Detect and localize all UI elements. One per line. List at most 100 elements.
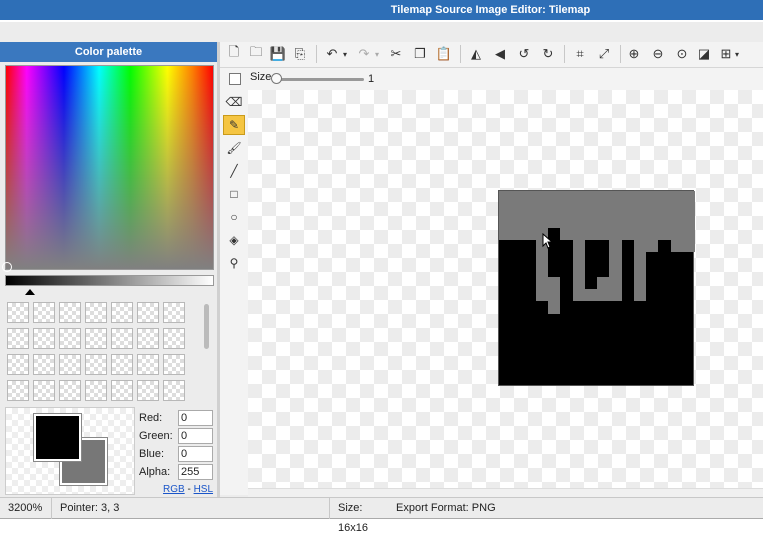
red-label: Red: — [139, 412, 163, 424]
undo-icon[interactable]: ↶ — [322, 44, 342, 64]
custom-color-swatch[interactable] — [7, 354, 29, 375]
rotate-left-icon[interactable]: ↺ — [514, 44, 534, 64]
custom-color-swatch[interactable] — [111, 328, 133, 349]
pixel-block — [560, 227, 573, 240]
toolbar-separator — [316, 45, 317, 63]
save-as-icon[interactable]: ⎘ — [290, 44, 310, 64]
pencil-icon[interactable]: ✎ — [223, 115, 245, 135]
hsl-mode-link[interactable]: HSL — [194, 484, 213, 495]
custom-color-swatch[interactable] — [163, 380, 185, 401]
rotate-right-icon[interactable]: ↻ — [538, 44, 558, 64]
toggle-background-icon[interactable]: ◪ — [694, 44, 714, 64]
custom-color-swatch[interactable] — [7, 380, 29, 401]
pixel-block — [646, 227, 671, 240]
swatch-grid — [7, 302, 197, 402]
custom-color-swatch[interactable] — [85, 380, 107, 401]
redo-dropdown-icon[interactable]: ▾ — [372, 44, 382, 64]
undo-dropdown-icon[interactable]: ▾ — [340, 44, 350, 64]
custom-color-swatch[interactable] — [137, 302, 159, 323]
rectangle-icon[interactable]: □ — [223, 184, 245, 204]
pixel-block — [597, 276, 622, 302]
flip-vertical-icon[interactable]: ◀ — [490, 44, 510, 64]
size-label: Size — [250, 71, 272, 83]
custom-color-swatch[interactable] — [111, 354, 133, 375]
alpha-input[interactable]: 255 — [178, 464, 213, 480]
blue-input[interactable]: 0 — [178, 446, 213, 462]
grid-dropdown-icon[interactable]: ▾ — [732, 44, 742, 64]
image-size: Size: 16x16 — [338, 502, 368, 534]
pixel-block — [572, 227, 585, 289]
save-icon[interactable]: 💾 — [268, 44, 288, 64]
cut-icon[interactable]: ✂ — [386, 44, 406, 64]
custom-color-swatch[interactable] — [59, 302, 81, 323]
custom-color-swatch[interactable] — [111, 302, 133, 323]
fill-bucket-icon[interactable]: ◈ — [223, 230, 245, 250]
drawing-tools: ⌫ ✎ 🖌 ╱ □ ○ ◈ ⚲ — [220, 90, 248, 495]
zoom-in-icon[interactable]: ⊕ — [624, 44, 644, 64]
canvas-scrollbar[interactable] — [248, 488, 763, 497]
custom-color-swatch[interactable] — [33, 302, 55, 323]
custom-color-swatch[interactable] — [85, 354, 107, 375]
custom-color-swatch[interactable] — [163, 354, 185, 375]
custom-color-swatch[interactable] — [59, 328, 81, 349]
flip-horizontal-icon[interactable]: ◭ — [466, 44, 486, 64]
toolbar-separator — [460, 45, 461, 63]
pixel-block — [646, 240, 659, 253]
crop-icon[interactable]: ⌗ — [570, 44, 590, 64]
pixel-block — [572, 289, 597, 302]
title-bar: Tilemap Source Image Editor: Tilemap — [0, 0, 763, 20]
custom-color-swatch[interactable] — [7, 328, 29, 349]
green-input[interactable]: 0 — [178, 428, 213, 444]
luminance-marker-icon[interactable] — [25, 289, 35, 295]
brush-icon[interactable]: 🖌 — [223, 138, 245, 158]
paste-icon[interactable]: 📋 — [434, 44, 454, 64]
custom-color-swatch[interactable] — [59, 354, 81, 375]
export-format: Export Format: PNG — [396, 502, 496, 514]
pixel-block — [670, 240, 695, 253]
blue-label: Blue: — [139, 448, 165, 460]
custom-color-swatch[interactable] — [33, 380, 55, 401]
size-value[interactable]: 1 — [366, 71, 406, 87]
eraser-icon[interactable]: ⌫ — [223, 92, 245, 112]
zoom-out-icon[interactable]: ⊖ — [648, 44, 668, 64]
alpha-label: Alpha: — [139, 466, 171, 478]
custom-color-swatch[interactable] — [85, 302, 107, 323]
tile-image[interactable] — [498, 190, 695, 386]
custom-color-swatch[interactable] — [163, 302, 185, 323]
spectrum-cursor[interactable] — [2, 262, 12, 272]
custom-color-swatch[interactable] — [137, 380, 159, 401]
open-folder-icon[interactable]: 🗀 — [246, 44, 266, 64]
custom-color-swatch[interactable] — [137, 328, 159, 349]
swatch-scrollbar[interactable] — [204, 304, 209, 349]
drawing-canvas[interactable] — [248, 90, 763, 488]
eyedropper-icon[interactable]: ⚲ — [223, 253, 245, 273]
redo-icon[interactable]: ↷ — [354, 44, 374, 64]
color-spectrum-picker[interactable] — [5, 65, 214, 270]
resize-icon[interactable]: ⤢ — [594, 44, 614, 64]
custom-color-swatch[interactable] — [137, 354, 159, 375]
editor-window: Color palette Red: 0 Green: 0 Blue: 0 Al… — [0, 22, 763, 534]
toolbar-separator — [564, 45, 565, 63]
custom-color-swatch[interactable] — [163, 328, 185, 349]
size-slider[interactable] — [274, 78, 364, 81]
mode-separator: - — [184, 484, 194, 495]
ellipse-icon[interactable]: ○ — [223, 207, 245, 227]
custom-color-swatch[interactable] — [7, 302, 29, 323]
new-file-icon[interactable]: 🗋 — [224, 44, 244, 64]
copy-icon[interactable]: ❐ — [410, 44, 430, 64]
custom-color-swatch[interactable] — [33, 354, 55, 375]
foreground-color-swatch[interactable] — [33, 413, 82, 462]
palette-header: Color palette — [0, 42, 217, 62]
main-toolbar: 🗋 🗀 💾 ⎘ ↶ ▾ ↷ ▾ ✂ ❐ 📋 ◭ ◀ ↺ ↻ ⌗ ⤢ ⊕ ⊖ ⊙ … — [220, 42, 763, 68]
custom-color-swatch[interactable] — [111, 380, 133, 401]
custom-color-swatch[interactable] — [59, 380, 81, 401]
zoom-fit-icon[interactable]: ⊙ — [672, 44, 692, 64]
line-icon[interactable]: ╱ — [223, 161, 245, 181]
luminance-bar[interactable] — [5, 275, 214, 286]
rgb-mode-link[interactable]: RGB — [163, 484, 185, 495]
custom-color-swatch[interactable] — [33, 328, 55, 349]
custom-color-swatch[interactable] — [85, 328, 107, 349]
selection-toggle-icon[interactable] — [229, 73, 241, 85]
red-input[interactable]: 0 — [178, 410, 213, 426]
size-slider-handle[interactable] — [271, 73, 282, 84]
